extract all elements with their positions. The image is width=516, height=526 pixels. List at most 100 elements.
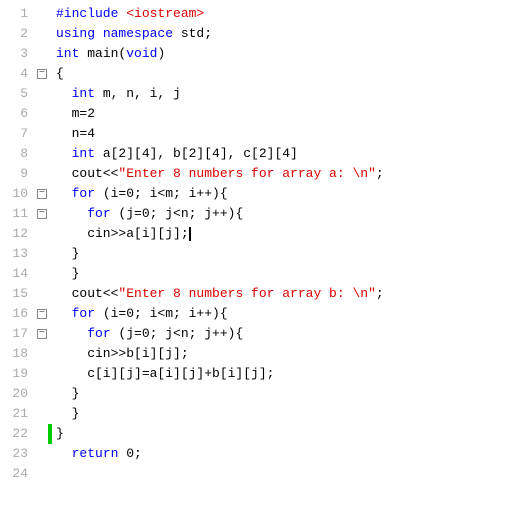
line-number: 15 (0, 284, 36, 304)
gutter-cell (36, 344, 48, 364)
gutter-cell (36, 84, 48, 104)
token: (i=0; i<m; i++){ (95, 186, 228, 201)
token (56, 326, 87, 341)
line-number: 21 (0, 404, 36, 424)
token: m, n, i, j (103, 86, 181, 101)
gutter-cell (36, 464, 48, 484)
gutter-cell[interactable]: − (36, 184, 48, 204)
token: using (56, 26, 103, 41)
collapse-button[interactable]: − (37, 329, 47, 339)
token: <iostream> (126, 6, 204, 21)
token: std; (181, 26, 212, 41)
code-line: cout<<"Enter 8 numbers for array a: \n"; (52, 164, 516, 184)
token: #include (56, 6, 126, 21)
gutter-cell (36, 444, 48, 464)
line-number: 2 (0, 24, 36, 44)
token: } (56, 246, 79, 261)
gutter-cell (36, 384, 48, 404)
line-number: 18 (0, 344, 36, 364)
line-number: 17 (0, 324, 36, 344)
line-number: 3 (0, 44, 36, 64)
cursor (189, 227, 191, 241)
line-number: 12 (0, 224, 36, 244)
code-line: using namespace std; (52, 24, 516, 44)
code-line: cin>>b[i][j]; (52, 344, 516, 364)
code-line: for (j=0; j<n; j++){ (52, 204, 516, 224)
gutter-cell (36, 164, 48, 184)
code-line: cout<<"Enter 8 numbers for array b: \n"; (52, 284, 516, 304)
token: int (56, 86, 103, 101)
token (56, 306, 72, 321)
token: main( (87, 46, 126, 61)
gutter-cell (36, 104, 48, 124)
line-number: 16 (0, 304, 36, 324)
token: (j=0; j<n; j++){ (111, 206, 244, 221)
code-line: } (52, 424, 516, 444)
collapse-button[interactable]: − (37, 309, 47, 319)
token: (i=0; i<m; i++){ (95, 306, 228, 321)
token: (j=0; j<n; j++){ (111, 326, 244, 341)
line-number: 6 (0, 104, 36, 124)
code-line: n=4 (52, 124, 516, 144)
token: ; (376, 286, 384, 301)
line-number: 1 (0, 4, 36, 24)
token: } (56, 426, 64, 441)
line-number: 8 (0, 144, 36, 164)
line-number: 19 (0, 364, 36, 384)
token: ) (157, 46, 165, 61)
token (56, 186, 72, 201)
code-line: for (i=0; i<m; i++){ (52, 304, 516, 324)
gutter-cell[interactable]: − (36, 64, 48, 84)
token: void (126, 46, 157, 61)
gutter-cell (36, 224, 48, 244)
token: cin>>b[i][j]; (56, 346, 189, 361)
collapse-button[interactable]: − (37, 189, 47, 199)
code-line: } (52, 384, 516, 404)
line-number: 13 (0, 244, 36, 264)
gutter-cell (36, 4, 48, 24)
code-line: } (52, 264, 516, 284)
token: } (56, 406, 79, 421)
line-number: 22 (0, 424, 36, 444)
collapse-button[interactable]: − (37, 69, 47, 79)
token: for (87, 326, 110, 341)
gutter-cell[interactable]: − (36, 304, 48, 324)
gutter-cell (36, 124, 48, 144)
code-area: 123456789101112131415161718192021222324 … (0, 0, 516, 488)
code-line (52, 464, 516, 484)
gutter-cell[interactable]: − (36, 204, 48, 224)
token: ; (376, 166, 384, 181)
code-line: #include <iostream> (52, 4, 516, 24)
gutter-cell[interactable]: − (36, 324, 48, 344)
code-line: return 0; (52, 444, 516, 464)
line-number: 5 (0, 84, 36, 104)
line-number: 9 (0, 164, 36, 184)
line-number: 24 (0, 464, 36, 484)
line-number: 23 (0, 444, 36, 464)
token: m=2 (56, 106, 95, 121)
collapse-button[interactable]: − (37, 209, 47, 219)
token: for (72, 306, 95, 321)
token: for (87, 206, 110, 221)
token (56, 446, 72, 461)
code-line: int main(void) (52, 44, 516, 64)
gutter-cell (36, 264, 48, 284)
code-line: c[i][j]=a[i][j]+b[i][j]; (52, 364, 516, 384)
token: for (72, 186, 95, 201)
code-line: for (i=0; i<m; i++){ (52, 184, 516, 204)
code-line: } (52, 244, 516, 264)
token: "Enter 8 numbers for array a: \n" (118, 166, 375, 181)
code-lines[interactable]: #include <iostream>using namespace std;i… (52, 0, 516, 488)
gutter-cell (36, 424, 48, 444)
token: { (56, 66, 64, 81)
code-line: int m, n, i, j (52, 84, 516, 104)
gutter-cell (36, 44, 48, 64)
code-line: for (j=0; j<n; j++){ (52, 324, 516, 344)
token: cout<< (56, 286, 118, 301)
line-number: 11 (0, 204, 36, 224)
code-line: { (52, 64, 516, 84)
gutter-cell (36, 144, 48, 164)
token: cout<< (56, 166, 118, 181)
line-number: 4 (0, 64, 36, 84)
line-number: 14 (0, 264, 36, 284)
